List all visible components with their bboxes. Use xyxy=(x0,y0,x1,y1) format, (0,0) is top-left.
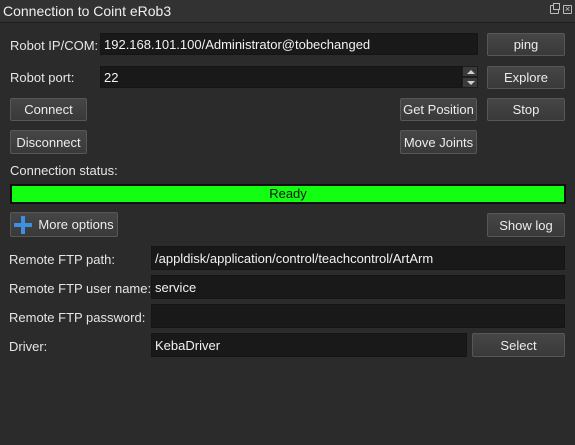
robot-port-input[interactable] xyxy=(100,66,462,88)
disconnect-button[interactable]: Disconnect xyxy=(10,130,87,154)
robot-ip-input[interactable] xyxy=(100,33,478,55)
robot-ip-label: Robot IP/COM: xyxy=(10,38,99,53)
ftp-password-label: Remote FTP password: xyxy=(9,310,146,325)
ftp-user-input[interactable] xyxy=(151,275,565,299)
ftp-password-input[interactable] xyxy=(151,304,565,328)
title-bar: Connection to Coint eRob3 × xyxy=(0,0,575,23)
ftp-user-label: Remote FTP user name: xyxy=(9,281,152,296)
driver-label: Driver: xyxy=(9,339,48,354)
robot-port-label: Robot port: xyxy=(10,70,75,85)
more-options-label: More options xyxy=(38,217,114,232)
spin-down-icon[interactable] xyxy=(462,77,478,88)
connection-status-bar: Ready xyxy=(10,184,566,204)
close-icon[interactable]: × xyxy=(563,5,572,14)
ping-button[interactable]: ping xyxy=(487,33,565,56)
status-text: Ready xyxy=(269,186,307,201)
connection-status-label: Connection status: xyxy=(10,163,118,178)
show-log-button[interactable]: Show log xyxy=(487,213,565,237)
plus-icon xyxy=(14,215,33,234)
spin-up-icon[interactable] xyxy=(462,66,478,77)
float-window-icon[interactable] xyxy=(550,3,560,14)
ftp-path-label: Remote FTP path: xyxy=(9,252,115,267)
select-driver-button[interactable]: Select xyxy=(472,333,565,357)
move-joints-button[interactable]: Move Joints xyxy=(400,130,477,154)
connect-button[interactable]: Connect xyxy=(10,98,87,121)
ftp-path-input[interactable] xyxy=(151,246,565,270)
stop-button[interactable]: Stop xyxy=(487,98,565,121)
more-options-button[interactable]: More options xyxy=(10,212,118,237)
get-position-button[interactable]: Get Position xyxy=(400,98,477,121)
window-title: Connection to Coint eRob3 xyxy=(3,3,172,19)
explore-button[interactable]: Explore xyxy=(487,66,565,89)
driver-input[interactable] xyxy=(151,333,467,357)
port-spinner[interactable] xyxy=(462,66,478,88)
